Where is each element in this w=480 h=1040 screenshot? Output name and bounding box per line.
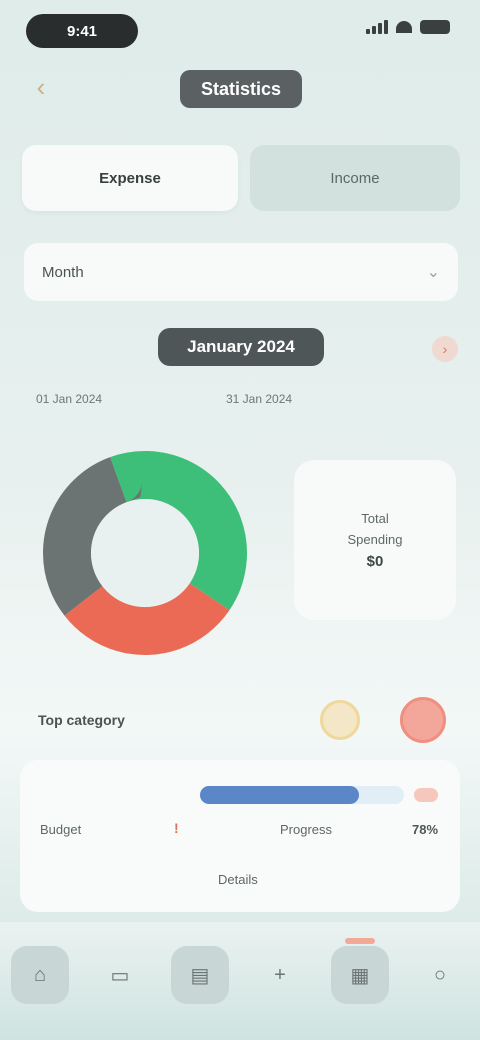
legend-value: $0 — [366, 552, 384, 570]
nav-plus-icon[interactable]: + — [251, 946, 309, 1004]
legend-line-2: Spending — [347, 531, 403, 547]
tab-expense[interactable]: Expense — [22, 145, 238, 211]
donut-hole — [91, 499, 199, 607]
stat-left-label: Budget — [40, 822, 82, 837]
chevron-down-icon: ⌄ — [426, 264, 440, 281]
period-selector-label: Month — [42, 263, 84, 281]
stat-right-value: 78% — [412, 822, 439, 837]
progress-marker — [414, 788, 438, 802]
nav-profile-icon[interactable]: ○ — [411, 946, 469, 1004]
summary-row[interactable]: Top category — [22, 680, 462, 760]
progress-bar-fill — [200, 786, 360, 804]
stat-flag: ! — [174, 820, 179, 836]
tab-income[interactable]: Income — [250, 145, 460, 211]
stat-mid-label: Progress — [280, 822, 333, 837]
status-time: 9:41 — [26, 14, 138, 48]
chart-icon: ▤ — [190, 964, 210, 987]
wifi-icon — [396, 21, 412, 33]
bottom-nav: ⌂ ▭ ▤ + ▦ ○ — [0, 922, 480, 1040]
nav-home-icon[interactable]: ⌂ — [11, 946, 69, 1004]
range-end: 31 Jan 2024 — [226, 392, 293, 406]
status-icons — [366, 20, 450, 34]
period-selector[interactable]: Month ⌄ — [24, 243, 458, 301]
progress-bar — [200, 786, 404, 804]
yellow-badge-icon — [320, 700, 360, 740]
stats-card — [20, 760, 460, 912]
plus-icon: + — [274, 963, 286, 986]
nav-wallet-icon[interactable]: ▭ — [91, 946, 149, 1004]
legend-line-1: Total — [361, 510, 389, 526]
wallet-icon: ▭ — [110, 964, 130, 987]
home-icon: ⌂ — [33, 963, 47, 986]
date-title: January 2024 — [158, 328, 324, 366]
donut-chart — [43, 451, 247, 655]
back-arrow-icon[interactable]: ‹ — [26, 72, 56, 102]
calendar-icon: ▦ — [350, 964, 370, 987]
legend-card: Total Spending $0 — [294, 460, 456, 620]
profile-icon: ○ — [433, 963, 447, 986]
nav-chart-icon[interactable]: ▤ — [171, 946, 229, 1004]
battery-icon — [420, 20, 450, 34]
summary-label: Top category — [38, 712, 125, 728]
page-title: Statistics — [180, 70, 302, 108]
signal-icon — [366, 20, 388, 34]
chevron-right-icon[interactable]: › — [432, 336, 458, 362]
range-start: 01 Jan 2024 — [36, 392, 103, 406]
active-indicator — [345, 938, 375, 944]
stat-footer[interactable]: Details — [218, 872, 258, 887]
summary-badges — [320, 697, 446, 743]
red-badge-icon — [400, 697, 446, 743]
nav-calendar-icon[interactable]: ▦ — [331, 938, 389, 1004]
